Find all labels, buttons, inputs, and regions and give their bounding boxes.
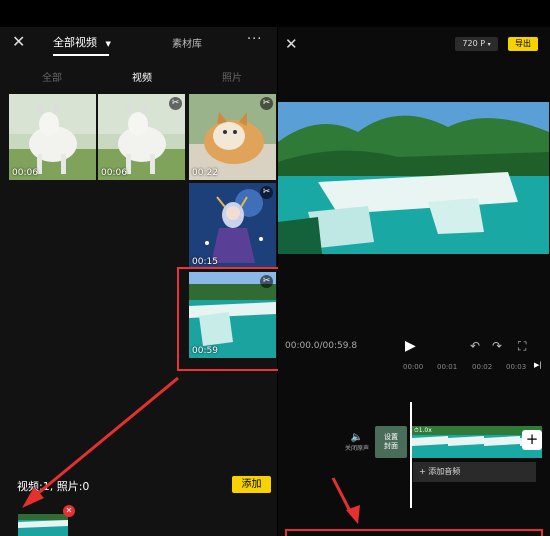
- annotation-arrow: [285, 477, 543, 536]
